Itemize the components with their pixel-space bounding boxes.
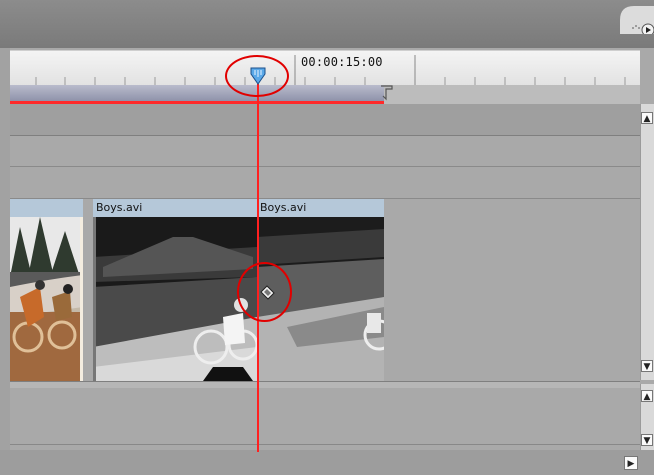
clip-thumbnail [93,217,257,381]
razor-cursor-icon [258,284,276,302]
scroll-right-icon[interactable]: ▶ [624,456,638,470]
video-clip[interactable] [10,199,83,381]
panel-menu-icon[interactable] [620,6,654,37]
audio-track[interactable] [10,388,640,445]
scroll-up-icon[interactable]: ▲ [641,112,653,124]
scroll-up-icon[interactable]: ▲ [641,390,653,402]
track-row[interactable] [10,136,640,167]
panel-left-edge [0,48,10,450]
scroll-down-icon[interactable]: ▼ [641,360,653,372]
work-area-bar[interactable] [10,85,384,102]
video-tracks-scrollbar[interactable] [640,104,654,380]
work-area-end-icon[interactable] [378,84,396,102]
video-clip[interactable]: Boys.avi [93,199,257,381]
clip-header: Boys.avi [257,199,384,217]
timeline-bottom-bar [0,450,654,475]
clip-thumbnail [10,217,83,381]
clip-header: Boys.avi [93,199,257,217]
work-area-bar-background [384,85,640,104]
ruler-timecode-label: 00:00:15:00 [301,55,383,69]
track-row[interactable] [10,104,640,136]
track-row[interactable] [10,167,640,199]
panel-header [0,0,654,48]
clip-header [10,199,83,217]
scroll-down-icon[interactable]: ▼ [641,434,653,446]
highlight-circle [225,55,289,97]
